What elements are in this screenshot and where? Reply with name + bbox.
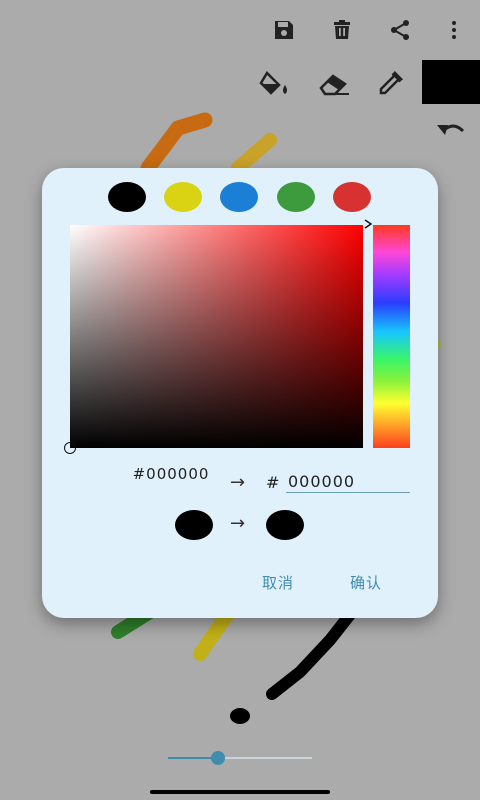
saturation-value-picker[interactable] <box>64 225 363 454</box>
cancel-button[interactable]: 取消 <box>262 572 294 593</box>
confirm-button[interactable]: 确认 <box>350 572 382 593</box>
preset-swatch[interactable] <box>277 182 315 212</box>
hue-slider[interactable] <box>364 219 410 448</box>
delete-icon[interactable] <box>328 16 356 44</box>
preset-swatch[interactable] <box>220 182 258 212</box>
black-dot <box>230 708 250 724</box>
fill-bucket-icon[interactable] <box>258 68 294 100</box>
color-picker-dialog: #000000 → # → 取消 确认 <box>42 168 438 618</box>
brush-size-slider[interactable] <box>168 750 312 766</box>
current-color-swatch[interactable] <box>422 60 480 104</box>
hex-hash-label: # <box>266 473 280 492</box>
preset-swatch[interactable] <box>108 182 146 212</box>
preset-swatch[interactable] <box>164 182 202 212</box>
preview-arrow: → <box>230 513 246 534</box>
gesture-navigation-bar[interactable] <box>150 790 330 794</box>
old-color-preview <box>175 510 213 540</box>
sv-selector-handle[interactable] <box>64 442 76 454</box>
preset-swatch[interactable] <box>333 182 371 212</box>
new-color-preview <box>266 510 304 540</box>
slider-thumb[interactable] <box>211 751 226 765</box>
hex-input[interactable] <box>286 470 410 493</box>
black-stroke <box>266 606 358 700</box>
undo-icon[interactable] <box>434 116 468 142</box>
hue-selector-marker[interactable] <box>363 219 373 229</box>
more-icon[interactable] <box>440 16 468 44</box>
save-icon[interactable] <box>270 16 298 44</box>
gold-stroke <box>231 133 277 175</box>
eraser-icon[interactable] <box>316 68 352 100</box>
orange-stroke <box>140 112 213 176</box>
share-icon[interactable] <box>386 16 414 44</box>
eyedropper-icon[interactable] <box>372 68 408 100</box>
old-color-hex: #000000 <box>132 465 210 483</box>
hex-arrow: → <box>230 472 246 493</box>
